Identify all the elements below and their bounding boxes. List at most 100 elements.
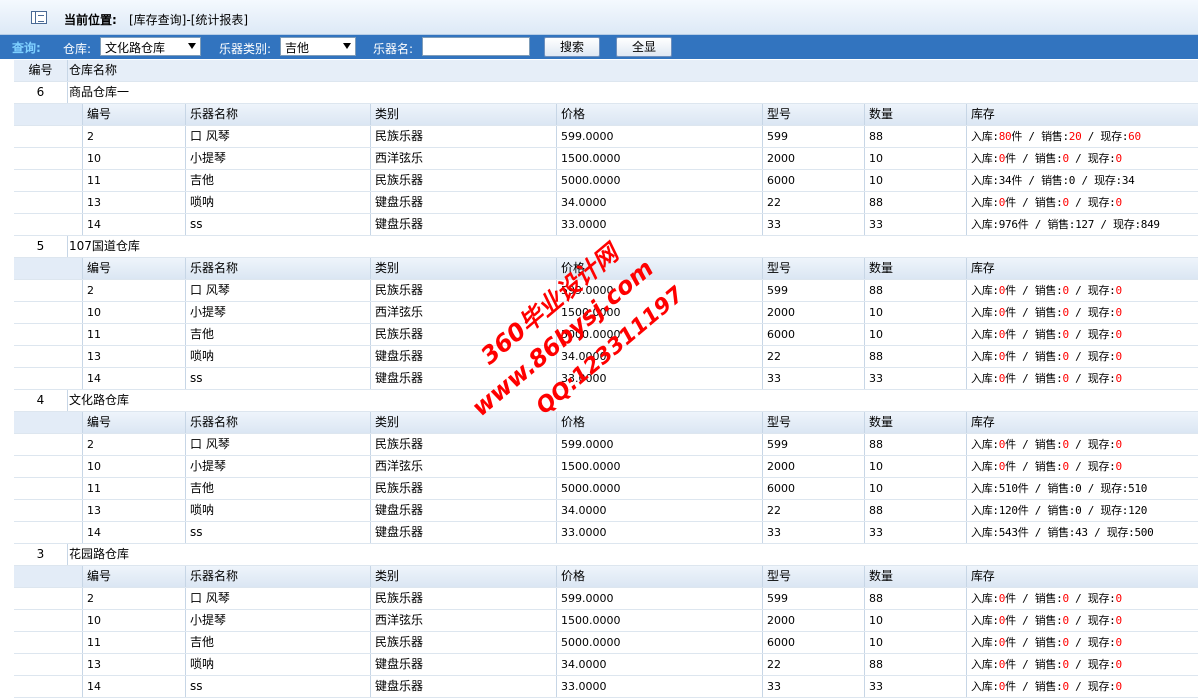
item-model: 2000 [767,460,795,473]
search-bar: 查询: 仓库: 文化路仓库 乐器类别: 吉他 乐器名: 搜索 全显 [0,35,1198,59]
item-qty: 33 [869,218,883,231]
query-label: 查询: [12,41,41,55]
table-row: 14 ss 键盘乐器 33.0000 33 33 入库:0件 / 销售:0 / 现存:0 [14,368,1198,390]
subtable-column-header: 库存 [971,415,995,429]
search-button[interactable]: 搜索 [544,37,600,57]
item-price: 1500.0000 [561,614,621,627]
item-stock: 入库:120件 / 销售:0 / 现存:120 [971,504,1148,517]
item-category: 民族乐器 [375,591,424,605]
instrument-name-label: 乐器名: [373,42,414,56]
subtable-column-header: 价格 [561,569,586,583]
stock-current-label: 现存: [1094,174,1122,187]
stock-current-value: 0 [1115,460,1123,473]
stock-in-label: 入库: [971,350,999,363]
item-model: 2000 [767,306,795,319]
subtable-column-header: 乐器名称 [190,415,239,429]
warehouse-name: 107国道仓库 [69,239,140,253]
item-qty: 33 [869,372,883,385]
subtable-column-header: 编号 [87,261,112,275]
item-name: 口 风琴 [190,437,230,451]
stock-sales-value: 0 [1068,174,1076,187]
stock-current-value: 0 [1115,592,1123,605]
subtable-column-header: 数量 [869,569,894,583]
subtable-column-header: 库存 [971,569,995,583]
item-name: 口 风琴 [190,129,230,143]
stock-current-label: 现存: [1087,680,1116,693]
item-model: 6000 [767,636,795,649]
location-label: 当前位置: [64,13,117,27]
item-qty: 10 [869,482,883,495]
stock-unit: 件 [1005,372,1016,385]
item-id: 10 [87,460,101,473]
category-select[interactable]: 吉他 [280,37,356,56]
item-subtable: 编号 乐器名称 类别 价格 型号 数量 库存 2 口 风琴 民族乐器 599.0000 599 88 入库… [14,412,1198,544]
item-price: 33.0000 [561,372,607,385]
table-row: 13 唢呐 键盘乐器 34.0000 22 88 入库:0件 / 销售:0 / 现存:0 [14,654,1198,676]
item-price: 599.0000 [561,284,614,297]
item-qty: 10 [869,328,883,341]
stock-in-label: 入库: [971,328,999,341]
item-name: 吉他 [190,173,215,187]
item-model: 22 [767,658,781,671]
subtable-column-header: 乐器名称 [190,261,239,275]
table-row: 14 ss 键盘乐器 33.0000 33 33 入库:0件 / 销售:0 / 现存:0 [14,676,1198,698]
table-row: 2口 风琴 民族乐器 599.0000 599 88 入库:0件 / 销售:0 / 现存:… [14,280,1198,302]
item-category: 民族乐器 [375,173,424,187]
stock-current-label: 现存: [1087,350,1116,363]
warehouse-id: 4 [36,393,45,407]
item-price: 5000.0000 [561,174,621,187]
item-id: 10 [87,306,101,319]
warehouse-name: 花园路仓库 [69,547,130,561]
stock-in-label: 入库: [971,526,999,539]
item-category: 民族乐器 [375,437,424,451]
item-name: 小提琴 [190,459,227,473]
stock-current-label: 现存: [1087,438,1116,451]
stock-in-label: 入库: [971,460,999,473]
stock-in-label: 入库: [971,680,999,693]
warehouse-id: 3 [36,547,45,561]
item-category: 键盘乐器 [375,349,424,363]
show-all-button[interactable]: 全显 [616,37,672,57]
item-qty: 10 [869,174,883,187]
item-stock: 入库:0件 / 销售:0 / 现存:0 [971,350,1122,363]
item-model: 33 [767,526,781,539]
stock-sales-value: 0 [1075,504,1082,517]
item-price: 1500.0000 [561,306,621,319]
stock-current-label: 现存: [1100,504,1129,517]
item-model: 6000 [767,482,795,495]
table-row: 13 唢呐 键盘乐器 34.0000 22 88 入库:0件 / 销售:0 / 现存:0 [14,192,1198,214]
item-subtable: 编号 乐器名称 类别 价格 型号 数量 库存 2 口 风琴 民族乐器 599.0000 599 88 入库… [14,258,1198,390]
table-row: 11 吉他 民族乐器 5000.0000 6000 10 入库:0件 / 销售:0 / 现存… [14,324,1198,346]
stock-sales-label: 销售: [1047,482,1076,495]
item-category: 西洋弦乐 [375,459,424,473]
chevron-down-icon [343,43,351,49]
stock-in-label: 入库: [971,438,999,451]
item-id: 11 [87,174,101,187]
instrument-name-input[interactable] [422,37,530,56]
stock-current-value: 0 [1115,680,1123,693]
subtable-column-header: 库存 [971,107,995,121]
stock-current-label: 现存: [1100,130,1129,143]
item-id: 10 [87,614,101,627]
item-subtable: 编号 乐器名称 类别 价格 型号 数量 库存 2 口 风琴 民族乐器 599.0000 599 88 入库… [14,104,1198,236]
stock-sales-value: 127 [1075,218,1095,231]
stock-sales-label: 销售: [1034,328,1063,341]
stock-unit: 件 [1005,284,1016,297]
item-id: 13 [87,504,101,517]
stock-sales-value: 0 [1062,350,1069,363]
item-id: 2 [87,284,94,297]
stock-current-value: 0 [1115,614,1123,627]
stock-current-value: 0 [1115,328,1123,341]
item-price: 34.0000 [561,196,607,209]
stock-unit: 件 [1017,504,1029,517]
stock-sales-value: 0 [1062,636,1069,649]
item-category: 西洋弦乐 [375,305,424,319]
item-model: 599 [767,438,788,451]
item-name: 唢呐 [190,657,215,671]
item-id: 14 [87,218,101,231]
item-model: 599 [767,130,788,143]
stock-sales-label: 销售: [1047,504,1076,517]
warehouse-id: 5 [36,239,45,253]
warehouse-select[interactable]: 文化路仓库 [100,37,201,56]
item-stock: 入库:0件 / 销售:0 / 现存:0 [971,152,1122,165]
